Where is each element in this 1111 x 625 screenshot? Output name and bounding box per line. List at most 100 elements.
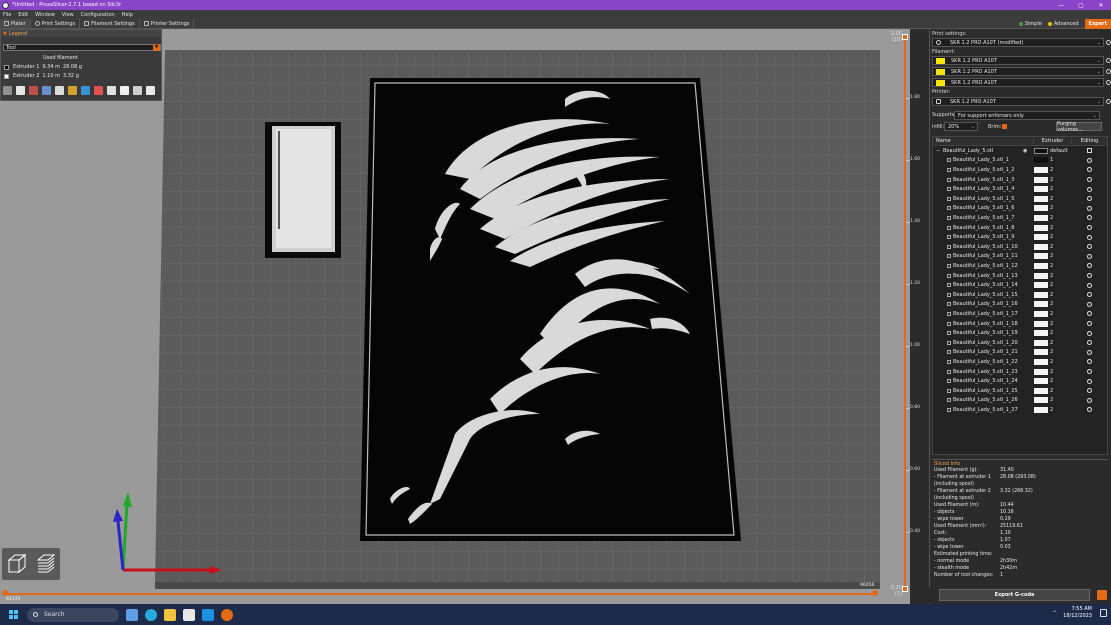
part-edit-icon[interactable] (1087, 215, 1092, 221)
3d-viewport[interactable] (0, 29, 910, 604)
extruder-value[interactable]: 2 (1050, 369, 1053, 375)
extruder-value[interactable]: 2 (1050, 311, 1053, 317)
part-row[interactable]: Beautiful_Lady_5.stl_1_25 2 (933, 386, 1107, 396)
part-edit-icon[interactable] (1087, 167, 1092, 173)
part-row[interactable]: Beautiful_Lady_5.stl_1_17 2 (933, 309, 1107, 319)
part-edit-icon[interactable] (1087, 397, 1092, 403)
extruder-value[interactable]: default (1050, 148, 1068, 154)
notification-icon[interactable] (1100, 609, 1107, 617)
extruder-value[interactable]: 2 (1050, 397, 1053, 403)
extruder-value[interactable]: 2 (1050, 349, 1053, 355)
part-edit-icon[interactable] (1087, 330, 1092, 336)
part-edit-icon[interactable] (1087, 273, 1092, 279)
mail-icon[interactable] (202, 608, 214, 621)
pause-icon[interactable] (94, 86, 103, 95)
file-explorer-icon[interactable] (164, 608, 176, 621)
printer-select[interactable]: SKR 1.2 PRO A10T ⌄ (932, 97, 1104, 106)
tab-filament-settings[interactable]: Filament Settings (80, 19, 140, 28)
menu-file[interactable]: File (3, 12, 11, 18)
extruder-value[interactable]: 2 (1050, 167, 1053, 173)
store-icon[interactable] (183, 608, 195, 621)
extruder-value[interactable]: 2 (1050, 301, 1053, 307)
part-edit-icon[interactable] (1087, 369, 1092, 375)
part-edit-icon[interactable] (1087, 340, 1092, 346)
color-change-icon[interactable] (81, 86, 90, 95)
extruder-value[interactable]: 2 (1050, 234, 1053, 240)
extruder-value[interactable]: 2 (1050, 378, 1053, 384)
seams-icon[interactable] (55, 86, 64, 95)
object-row[interactable]: − Beautiful_Lady_5.stl ◉ default (933, 146, 1107, 156)
part-row[interactable]: Beautiful_Lady_5.stl_1 1 (933, 156, 1107, 166)
eye-icon[interactable]: ◉ (1023, 148, 1027, 154)
part-edit-icon[interactable] (1087, 205, 1092, 211)
part-row[interactable]: Beautiful_Lady_5.stl_1_11 2 (933, 252, 1107, 262)
filament-gear-icon[interactable] (1106, 80, 1111, 85)
infill-select[interactable]: 20% ⌄ (944, 122, 978, 131)
part-edit-icon[interactable] (1087, 349, 1092, 355)
export-gcode-button[interactable]: Export G-code (939, 589, 1090, 601)
part-row[interactable]: Beautiful_Lady_5.stl_1_13 2 (933, 271, 1107, 281)
layer-slider-bottom-thumb[interactable] (902, 586, 908, 592)
clock[interactable]: 7:55 AM 18/12/2023 (1063, 606, 1092, 620)
menu-configuration[interactable]: Configuration (81, 12, 115, 18)
filament-select[interactable]: SKR 1.2 PRO A10T ⌄ (932, 67, 1104, 76)
part-edit-icon[interactable] (1087, 253, 1092, 259)
part-row[interactable]: Beautiful_Lady_5.stl_1_23 2 (933, 367, 1107, 377)
menu-edit[interactable]: Edit (18, 12, 28, 18)
extruder-value[interactable]: 2 (1050, 321, 1053, 327)
extruder-value[interactable]: 2 (1050, 388, 1053, 394)
part-edit-icon[interactable] (1087, 378, 1092, 384)
move-slider-track[interactable] (5, 593, 875, 595)
print-profile-select[interactable]: SKR 1.2 PRO A10T (modified) ⌄ (932, 38, 1104, 47)
move-slider[interactable]: 84149 96056 (0, 583, 880, 604)
part-edit-icon[interactable] (1087, 292, 1092, 298)
edge-icon[interactable] (145, 608, 157, 621)
tray-chevron-icon[interactable]: ⌃ (1052, 610, 1057, 617)
part-edit-icon[interactable] (1087, 196, 1092, 202)
part-row[interactable]: Beautiful_Lady_5.stl_1_26 2 (933, 396, 1107, 406)
part-row[interactable]: Beautiful_Lady_5.stl_1_18 2 (933, 319, 1107, 329)
part-row[interactable]: Beautiful_Lady_5.stl_1_24 2 (933, 376, 1107, 386)
extruder-value[interactable]: 2 (1050, 359, 1053, 365)
move-slider-right-thumb[interactable] (872, 590, 878, 596)
filament-select[interactable]: SKR 1.2 PRO A10T ⌄ (932, 56, 1104, 65)
edit-settings-icon[interactable] (1087, 148, 1092, 154)
legend-header[interactable]: ▼ Legend (1, 30, 161, 37)
layer-slider-top-thumb[interactable] (902, 34, 908, 40)
maximize-button[interactable]: ▢ (1071, 2, 1091, 9)
extruder-value[interactable]: 2 (1050, 186, 1053, 192)
extruder-value[interactable]: 2 (1050, 177, 1053, 183)
part-row[interactable]: Beautiful_Lady_5.stl_1_7 2 (933, 213, 1107, 223)
supports-select[interactable]: For support enforcers only ⌄ (954, 111, 1100, 120)
part-edit-icon[interactable] (1087, 321, 1092, 327)
menu-help[interactable]: Help (122, 12, 133, 18)
collapse-arrow-icon[interactable]: − (936, 148, 940, 154)
part-edit-icon[interactable] (1087, 407, 1092, 413)
part-row[interactable]: Beautiful_Lady_5.stl_1_5 2 (933, 194, 1107, 204)
part-row[interactable]: Beautiful_Lady_5.stl_1_19 2 (933, 328, 1107, 338)
extruder-value[interactable]: 2 (1050, 225, 1053, 231)
shells-icon[interactable] (133, 86, 142, 95)
part-edit-icon[interactable] (1087, 244, 1092, 250)
column-editing[interactable]: Editing (1071, 138, 1107, 144)
column-extruder[interactable]: Extruder (1033, 138, 1071, 144)
move-slider-left-thumb[interactable] (2, 590, 8, 596)
part-row[interactable]: Beautiful_Lady_5.stl_1_9 2 (933, 232, 1107, 242)
extruder-value[interactable]: 2 (1050, 330, 1053, 336)
layer-slider-track[interactable] (904, 36, 906, 591)
extruder-value[interactable]: 2 (1050, 215, 1053, 221)
purging-volumes-button[interactable]: Purging volumes... (1056, 121, 1102, 133)
part-edit-icon[interactable] (1087, 388, 1092, 394)
part-edit-icon[interactable] (1087, 234, 1092, 240)
part-edit-icon[interactable] (1087, 359, 1092, 365)
close-button[interactable]: ✕ (1091, 2, 1111, 9)
extruder-value[interactable]: 2 (1050, 340, 1053, 346)
retraction-icon[interactable] (29, 86, 38, 95)
part-edit-icon[interactable] (1087, 177, 1092, 183)
part-row[interactable]: Beautiful_Lady_5.stl_1_15 2 (933, 290, 1107, 300)
filament-gear-icon[interactable] (1106, 69, 1111, 74)
custom-gcode-icon[interactable] (107, 86, 116, 95)
deretraction-icon[interactable] (42, 86, 51, 95)
travel-icon[interactable] (3, 86, 12, 95)
print-settings-gear-icon[interactable] (1106, 40, 1111, 45)
